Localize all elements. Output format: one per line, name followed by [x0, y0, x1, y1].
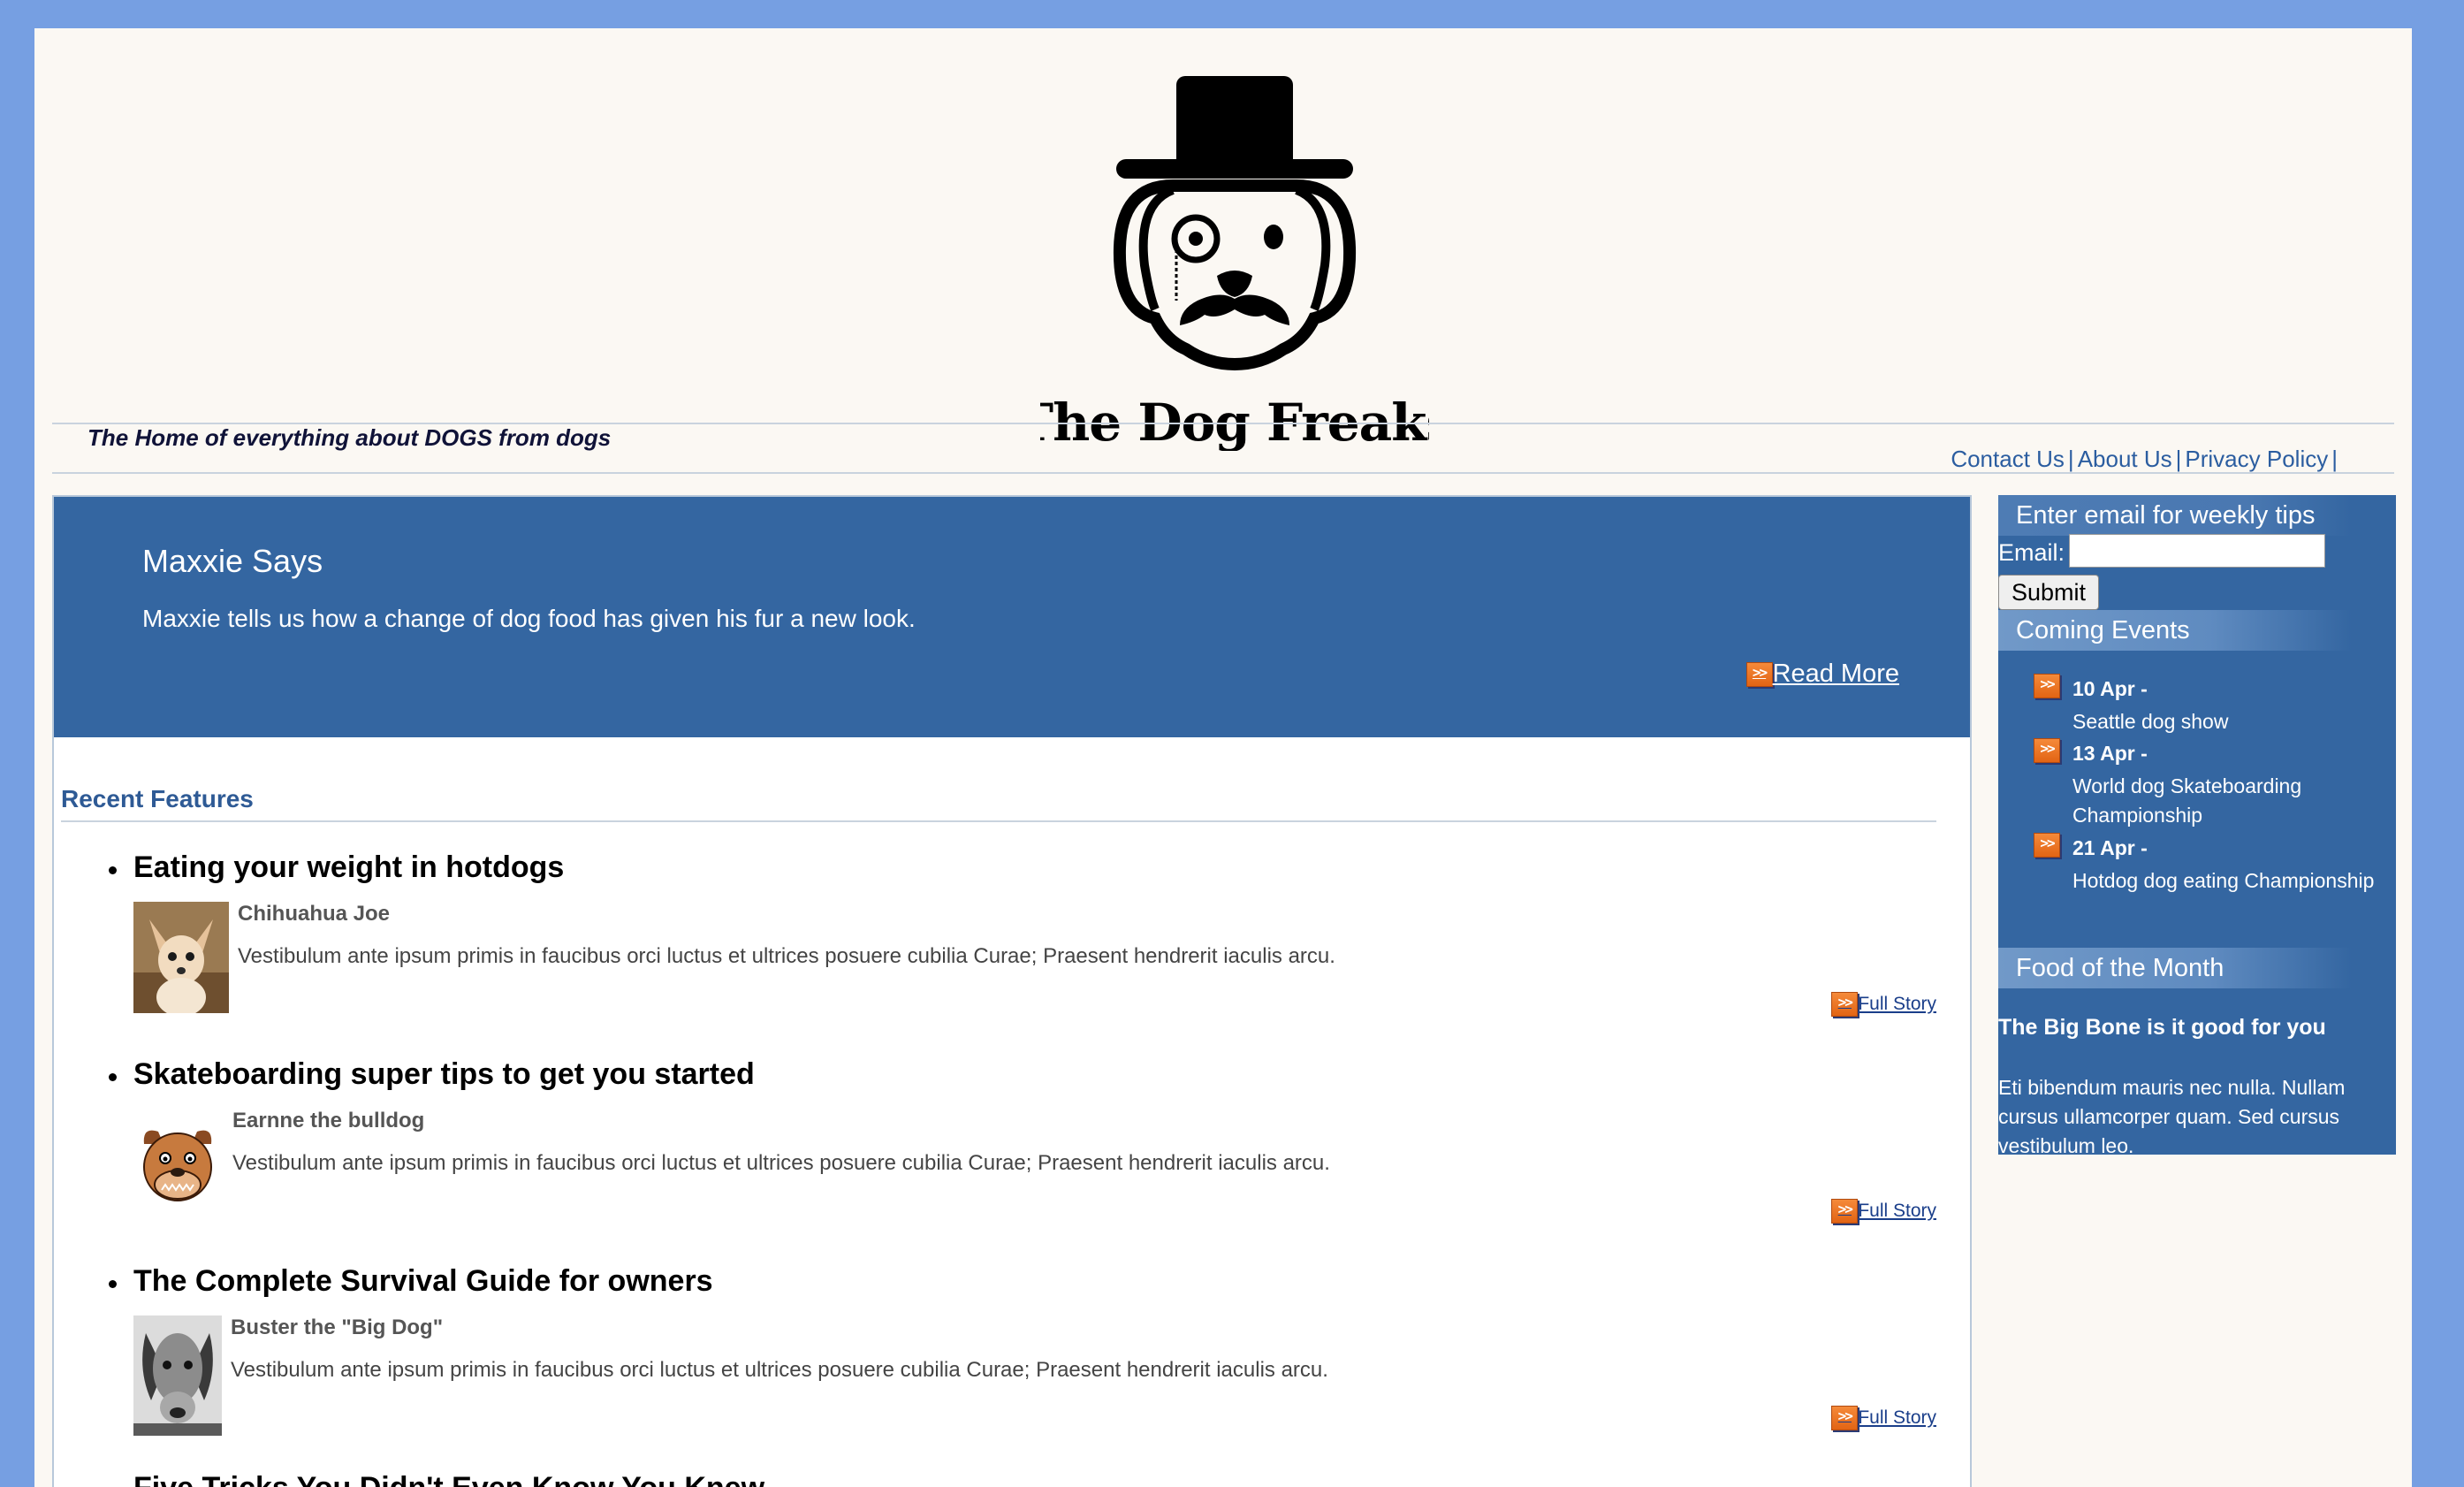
arrow-icon: >>	[1831, 1199, 1859, 1224]
feature-title[interactable]: The Complete Survival Guide for owners	[133, 1264, 713, 1299]
event-date: 21 Apr -	[2072, 836, 2148, 859]
arrow-icon: >>	[2034, 674, 2060, 698]
bullet-icon	[109, 1073, 117, 1081]
section-divider	[61, 820, 1936, 822]
feature-body: Vestibulum ante ipsum primis in faucibus…	[231, 1358, 1328, 1382]
read-more-link[interactable]: >> Read More	[1745, 660, 1899, 689]
feature-author: Earnne the bulldog	[232, 1109, 425, 1132]
events-heading: Coming Events	[1998, 610, 2352, 651]
recent-features-heading: Recent Features	[61, 785, 254, 812]
nav-separator: |	[2175, 446, 2182, 472]
event-date: 13 Apr -	[2072, 742, 2148, 765]
header-divider	[52, 472, 2394, 474]
bullet-icon	[109, 1280, 117, 1288]
full-story-label: Full Story	[1858, 1407, 1936, 1428]
arrow-icon: >>	[1831, 992, 1859, 1017]
event-name: World dog Skateboarding Championship	[2072, 774, 2302, 827]
full-story-label: Full Story	[1858, 994, 1936, 1014]
hero-title: Maxxie Says	[142, 543, 323, 579]
food-title: The Big Bone is it good for you	[1998, 1015, 2326, 1040]
event-name: Hotdog dog eating Championship	[2072, 869, 2375, 892]
feature-author: Buster the "Big Dog"	[231, 1315, 444, 1339]
feature-title[interactable]: Five Tricks You Didn't Even Know You Kne…	[133, 1471, 764, 1487]
site-logo[interactable]: The Dog Freaks	[1040, 44, 1429, 451]
feature-title[interactable]: Eating your weight in hotdogs	[133, 850, 564, 885]
hero-text: Maxxie tells us how a change of dog food…	[142, 605, 916, 632]
arrow-icon: >>	[1831, 1406, 1859, 1430]
event-name: Seattle dog show	[2072, 710, 2229, 733]
food-heading: Food of the Month	[1998, 948, 2352, 988]
feature-body: Vestibulum ante ipsum primis in faucibus…	[238, 944, 1335, 968]
full-story-link[interactable]: >> Full Story	[1831, 1406, 1936, 1430]
feature-title[interactable]: Skateboarding super tips to get you star…	[133, 1057, 755, 1092]
nav-separator: |	[2331, 446, 2338, 472]
arrow-icon: >>	[2034, 738, 2060, 763]
full-story-link[interactable]: >> Full Story	[1831, 992, 1936, 1017]
logo-text: The Dog Freaks	[1040, 393, 1429, 451]
bulldog-cartoon	[133, 1109, 222, 1213]
food-text: Eti bibendum mauris nec nulla. Nullam cu…	[1998, 1076, 2346, 1157]
full-story-label: Full Story	[1858, 1201, 1936, 1221]
chihuahua-photo	[133, 902, 229, 1013]
dog-bw-photo	[133, 1315, 222, 1436]
nav-separator: |	[2067, 446, 2074, 472]
page: The Dog Freaks The Home of everything ab…	[34, 28, 2412, 1487]
privacy-policy-link[interactable]: Privacy Policy	[2185, 446, 2328, 472]
sidebar: Enter email for weekly tips Email: Submi…	[1998, 495, 2396, 1157]
email-label: Email:	[1998, 539, 2065, 566]
site-tagline: The Home of everything about DOGS from d…	[87, 424, 612, 451]
read-more-label: Read More	[1772, 660, 1899, 688]
bullet-icon	[109, 866, 117, 874]
event-date: 10 Apr -	[2072, 677, 2148, 700]
feature-author: Chihuahua Joe	[238, 902, 391, 926]
contact-us-link[interactable]: Contact Us	[1951, 446, 2065, 472]
arrow-icon: >>	[2034, 833, 2060, 858]
feature-body: Vestibulum ante ipsum primis in faucibus…	[232, 1151, 1330, 1175]
main-content: Maxxie Says Maxxie tells us how a change…	[52, 495, 1972, 1487]
top-nav: Contact Us | About Us | Privacy Policy |	[1951, 446, 2341, 473]
about-us-link[interactable]: About Us	[2078, 446, 2172, 472]
hero-banner: Maxxie Says Maxxie tells us how a change…	[54, 497, 1970, 737]
full-story-link[interactable]: >> Full Story	[1831, 1199, 1936, 1224]
email-field[interactable]	[2069, 534, 2325, 568]
submit-button[interactable]: Submit	[1998, 575, 2100, 610]
newsletter-heading: Enter email for weekly tips	[1998, 495, 2352, 536]
arrow-icon: >>	[1745, 661, 1773, 687]
